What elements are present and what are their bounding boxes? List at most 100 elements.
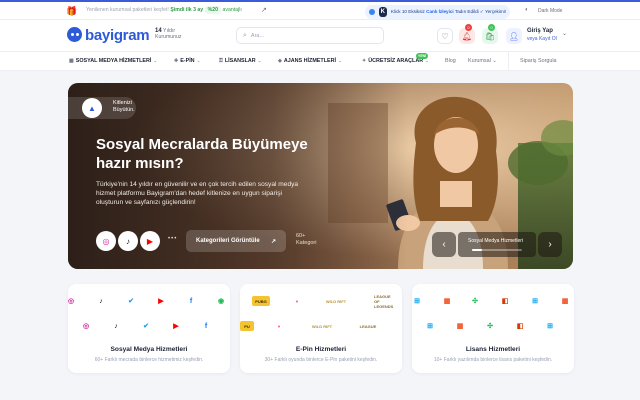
moon-icon[interactable]: ◐ — [525, 7, 529, 13]
search-box[interactable]: ⌕ — [236, 27, 384, 44]
league-of-legends-logo: LEAGUE OF LEGENDS — [374, 293, 394, 309]
kick-logo: K — [378, 7, 387, 17]
announcement-bar: 🎁 Yenilenen kurumsal paketleri keşfet! Ş… — [0, 0, 640, 20]
tiktok-icon[interactable]: ♪ — [118, 231, 138, 251]
licenses-card[interactable]: ⊞ ▦ ✣ ◧ ⊞ ▦ ⊞ ▦ ✣ ◧ ⊞ Lisans Hizmetleri … — [412, 284, 574, 373]
chevron-down-icon[interactable]: ⌄ — [562, 30, 567, 37]
kick-badge-text: Klick 10 Eksiksiz Canlı İzleyici Tadın E… — [390, 9, 506, 14]
tiktok-icon: ♪ — [99, 297, 103, 305]
category-count: 60+ Kategori — [296, 233, 317, 246]
youtube-icon[interactable]: ▶ — [140, 231, 160, 251]
nav-item-social-media[interactable]: ▦ SOSYAL MEDYA HİZMETLERİ ⌄ — [69, 58, 157, 64]
slider-prev-button[interactable]: ‹ — [432, 232, 456, 257]
chevron-down-icon: ⌄ — [257, 58, 262, 63]
nav-link-blog[interactable]: Blog — [445, 58, 456, 64]
promo-highlight: Şimdi ilk 3 ay — [170, 7, 204, 13]
app-icon: ✣ — [487, 323, 493, 330]
wild-rift-logo: WILD RIFT — [311, 323, 333, 329]
briefcase-icon: ◈ — [278, 58, 282, 64]
card-title: Sosyal Medya Hizmetleri — [110, 346, 188, 353]
tools-icon: ✦ — [362, 58, 367, 64]
pubg-logo: PU — [240, 321, 254, 331]
grid-icon: ▦ — [69, 58, 74, 64]
kick-badge[interactable]: K Klick 10 Eksiksiz Canlı İzleyici Tadın… — [365, 5, 510, 19]
signup-link[interactable]: veya Kayıt Ol — [527, 36, 557, 42]
arrow-right-icon[interactable]: ↗ — [261, 6, 267, 14]
card-title: E-Pin Hizmetleri — [295, 346, 347, 353]
new-badge: YENİ — [416, 53, 429, 59]
hero-slider: ‹ Sosyal Medya Hizmetleri › — [432, 232, 562, 257]
site-header: bayigram 14 Yıldır Kurumunuz ⌕ ♡ 🔔︎0 🛍︎0… — [0, 20, 640, 51]
notification-count: 0 — [465, 24, 472, 31]
hero-banner: ▲ Kitlenizi Büyütün. Sosyal Mecralarda Bü… — [68, 83, 573, 269]
office-icon: ◧ — [501, 298, 509, 305]
logo-text[interactable]: bayigram — [85, 27, 150, 44]
instagram-icon: ◎ — [67, 298, 75, 305]
youtube-icon: ▶ — [158, 298, 164, 305]
windows-icon: ⊞ — [427, 323, 433, 330]
view-categories-button[interactable]: Kategorileri Görüntüle ↗ — [186, 230, 286, 252]
heart-icon: ♡ — [441, 31, 449, 41]
promo-text[interactable]: Yenilenen kurumsal paketleri keşfet! Şim… — [86, 6, 242, 14]
chevron-down-icon: ⌄ — [337, 58, 342, 63]
facebook-icon: f — [204, 322, 208, 330]
epin-card[interactable]: PUBG ▼ WILD RIFT LEAGUE OF LEGENDS PU ▼ … — [240, 284, 402, 373]
league-of-legends-logo: LEAGUE — [359, 323, 377, 329]
dots-icon: ••• — [168, 236, 178, 242]
hero-tag: Kitlenizi Büyütün. — [113, 100, 135, 113]
microsoft-icon: ▦ — [443, 298, 451, 305]
cart-button[interactable]: 🛍︎ 0 — [482, 24, 498, 44]
windows-icon: ⊞ — [414, 298, 420, 305]
app-icon: ✣ — [472, 298, 478, 305]
cart-icon: 🛍︎ — [484, 31, 496, 41]
logo-icon[interactable] — [67, 27, 82, 42]
search-icon: ⌕ — [243, 31, 247, 39]
microsoft-icon: ▦ — [456, 323, 464, 330]
promo-prefix: Yenilenen kurumsal paketleri keşfet! — [86, 7, 169, 13]
social-media-card[interactable]: ◎ ♪ ✔ ▶ f ◉ ◎ ♪ ✔ ▶ f Sosyal Medya Hizme… — [68, 284, 230, 373]
main-nav: ▦ SOSYAL MEDYA HİZMETLERİ ⌄ ✚ E-PİN ⌄ ⚿ … — [0, 51, 640, 71]
slider-next-button[interactable]: › — [538, 232, 562, 257]
chevron-down-icon: ⌄ — [196, 58, 201, 63]
valorant-logo: ▼ — [277, 323, 281, 329]
windows-icon: ⊞ — [532, 298, 538, 305]
card-subtitle: 60+ Farklı mecrada binlerce hizmetimiz k… — [94, 357, 204, 363]
login-link[interactable]: Giriş Yap — [527, 28, 553, 34]
youtube-icon: ▶ — [173, 323, 179, 330]
twitter-icon: ✔ — [128, 298, 134, 305]
nav-item-epin[interactable]: ✚ E-PİN ⌄ — [174, 58, 200, 64]
nav-link-corporate[interactable]: Kurumsal ⌄ — [468, 58, 497, 64]
order-query-link[interactable]: Sipariş Sorgula — [520, 58, 557, 64]
promo-suffix: avantajlı — [222, 7, 242, 13]
dark-mode-toggle[interactable]: Dark Mode — [538, 8, 562, 14]
twitter-icon: ✔ — [143, 323, 149, 330]
tiktok-icon: ♪ — [114, 322, 118, 330]
instagram-icon: ◎ — [82, 323, 90, 330]
card-title: Lisans Hizmetleri — [465, 346, 521, 353]
instagram-icon[interactable]: ◎ — [96, 231, 116, 251]
promo-badge: %20 — [204, 6, 222, 14]
pubg-logo: PUBG — [252, 296, 270, 306]
nav-divider — [508, 52, 509, 71]
key-icon: ⚿ — [219, 58, 223, 64]
nav-item-licenses[interactable]: ⚿ LİSANSLAR ⌄ — [219, 58, 261, 64]
cart-count: 0 — [488, 24, 495, 31]
favorites-button[interactable]: ♡ — [437, 28, 453, 44]
slide-progress — [472, 249, 482, 251]
chevron-down-icon: ⌄ — [153, 58, 158, 63]
user-icon[interactable]: 👤︎ — [506, 28, 522, 44]
nav-item-agency[interactable]: ◈ AJANS HİZMETLERİ ⌄ — [278, 58, 342, 64]
card-subtitle: 10+ Farklı yazılımda binlerce lisans pak… — [433, 357, 553, 363]
valorant-logo: ▼ — [295, 298, 299, 304]
hero-headline: Sosyal Mecralarda Büyümeye hazır mısın? — [96, 136, 308, 172]
notifications-button[interactable]: 🔔︎ 0 — [459, 24, 475, 44]
spotify-icon: ◉ — [217, 298, 225, 305]
plus-icon: ✚ — [174, 58, 179, 64]
windows-icon: ⊞ — [547, 323, 553, 330]
office-icon: ◧ — [516, 323, 524, 330]
facebook-icon: f — [189, 297, 193, 305]
search-input[interactable] — [250, 32, 371, 39]
arrow-right-icon: ↗ — [270, 238, 276, 245]
card-subtitle: 30+ Farklı oyunda binlerce E-Pin paketin… — [264, 357, 378, 363]
slide-label: Sosyal Medya Hizmetleri — [458, 232, 536, 257]
